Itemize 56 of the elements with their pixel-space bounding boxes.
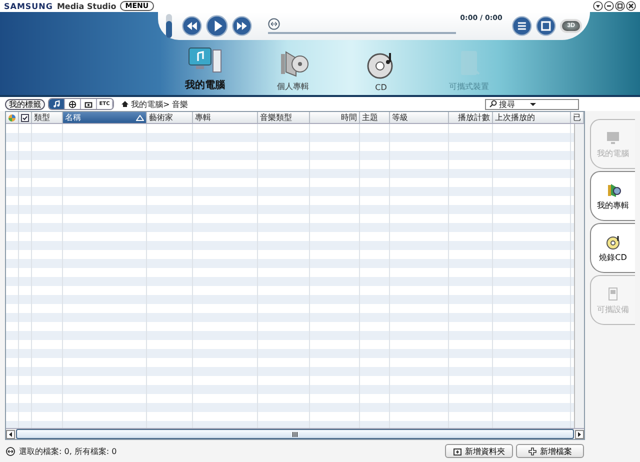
dropdown-icon[interactable] [593, 1, 603, 11]
new-file-button[interactable]: 新增檔案 [516, 444, 584, 458]
side-tab[interactable]: 燒錄CD [590, 223, 635, 273]
color-ball-icon [8, 114, 16, 122]
plus-icon [528, 446, 537, 456]
play-button[interactable] [206, 15, 228, 37]
column-header[interactable]: 播放計數 [449, 112, 493, 123]
rewind-button[interactable] [182, 16, 202, 36]
dropdown-icon[interactable] [529, 100, 537, 108]
camera-icon [84, 100, 93, 108]
album-icon [605, 182, 621, 198]
scroll-left-icon[interactable] [6, 430, 15, 438]
column-header[interactable]: 音樂類型 [258, 112, 310, 123]
vertical-scrollbar[interactable] [574, 124, 584, 428]
nav-item[interactable]: 我的電腦 [170, 40, 240, 92]
side-tab[interactable]: 我的專輯 [590, 171, 635, 221]
search-icon [489, 100, 497, 108]
filter-tab[interactable] [49, 99, 65, 109]
scrollbar-thumb[interactable] [16, 429, 574, 439]
column-header[interactable]: 名稱 [63, 112, 147, 123]
column-header[interactable]: 等級 [390, 112, 449, 123]
select-all-checkbox[interactable] [21, 114, 29, 122]
new-folder-button[interactable]: 新增資料夾 [445, 444, 513, 458]
computer-icon [187, 45, 223, 75]
scroll-right-icon[interactable] [575, 430, 584, 438]
nav-item[interactable]: 個人專輯 [258, 40, 328, 92]
column-header[interactable]: 專輯 [193, 112, 258, 123]
status-text: 選取的檔案: 0, 所有檔案: 0 [19, 446, 117, 456]
close-icon[interactable] [626, 1, 636, 11]
minimize-icon[interactable] [604, 1, 614, 11]
sort-arrow-icon [136, 114, 144, 120]
fast-forward-button[interactable] [232, 16, 252, 36]
monitor-icon [605, 130, 621, 146]
grip-icon [292, 432, 298, 436]
cd-icon [605, 234, 621, 250]
folder-icon [453, 446, 462, 456]
app-title: Media Studio [56, 2, 116, 10]
column-header[interactable]: 上次播放的 [493, 112, 571, 123]
column-header[interactable]: 藝術家 [147, 112, 193, 123]
search-input[interactable]: 搜尋 [499, 100, 527, 108]
home-icon[interactable] [121, 100, 129, 108]
breadcrumb[interactable]: 我的電腦> 音樂 [131, 98, 188, 110]
column-header[interactable]: 主題 [360, 112, 390, 123]
tag-button[interactable]: 我的標籤 [5, 98, 45, 110]
arrows-icon [6, 446, 15, 456]
globe-icon [68, 100, 77, 108]
column-header[interactable]: 時間 [310, 112, 360, 123]
column-header[interactable]: 已 [571, 112, 584, 123]
maximize-icon[interactable] [615, 1, 625, 11]
music-icon [52, 100, 61, 108]
seek-handle[interactable] [268, 18, 280, 30]
volume-slider[interactable] [166, 14, 172, 38]
nav-item[interactable]: CD [346, 40, 416, 92]
brand-logo: SAMSUNG [4, 2, 53, 10]
playlist-button[interactable] [512, 16, 532, 36]
seek-slider[interactable] [268, 18, 456, 34]
